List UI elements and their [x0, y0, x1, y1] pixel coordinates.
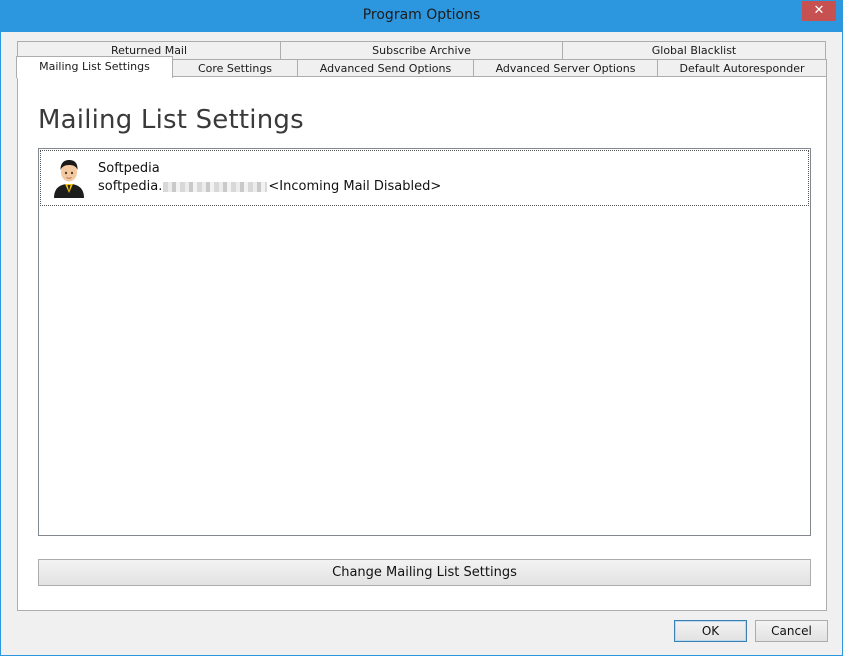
tab-label: Advanced Send Options [319, 62, 452, 75]
mailing-list-list[interactable]: Softpedia softpedia. <Incoming Mail Disab… [38, 148, 811, 536]
tab-label: Default Autoresponder [679, 62, 805, 75]
tab-advanced-server-options[interactable]: Advanced Server Options [473, 59, 658, 77]
list-item-email: softpedia. <Incoming Mail Disabled> [98, 179, 441, 194]
tab-label: Subscribe Archive [372, 44, 471, 57]
ok-button[interactable]: OK [674, 620, 747, 642]
window-title: Program Options [362, 7, 481, 23]
tab-subscribe-archive[interactable]: Subscribe Archive [280, 41, 563, 59]
tab-core-settings[interactable]: Core Settings [172, 59, 298, 77]
email-prefix: softpedia. [98, 179, 163, 194]
title-bar[interactable]: Program Options ✕ [1, 1, 842, 32]
tab-panel: Mailing List Settings Softpedia softpedi… [17, 76, 827, 611]
redacted-email-blur [163, 181, 268, 192]
tab-label: Global Blacklist [651, 44, 737, 57]
tab-label: Mailing List Settings [39, 60, 150, 73]
tab-label: Advanced Server Options [495, 62, 636, 75]
close-button[interactable]: ✕ [802, 1, 836, 21]
tab-label: Core Settings [197, 62, 273, 75]
tab-mailing-list-settings[interactable]: Mailing List Settings [16, 56, 173, 78]
list-item[interactable]: Softpedia softpedia. <Incoming Mail Disab… [40, 150, 809, 206]
list-item-name: Softpedia [98, 161, 160, 176]
cancel-button[interactable]: Cancel [755, 620, 828, 642]
user-avatar-icon [54, 160, 84, 198]
page-title: Mailing List Settings [38, 105, 304, 135]
tab-default-autoresponder[interactable]: Default Autoresponder [657, 59, 827, 77]
tab-advanced-send-options[interactable]: Advanced Send Options [297, 59, 474, 77]
close-icon: ✕ [813, 3, 825, 18]
list-item-status: <Incoming Mail Disabled> [268, 179, 442, 194]
tab-global-blacklist[interactable]: Global Blacklist [562, 41, 826, 59]
dialog-client-area: Returned Mail Subscribe Archive Global B… [1, 32, 842, 655]
change-mailing-list-settings-button[interactable]: Change Mailing List Settings [38, 559, 811, 586]
program-options-window: Program Options ✕ Returned Mail Subscrib… [0, 0, 843, 656]
